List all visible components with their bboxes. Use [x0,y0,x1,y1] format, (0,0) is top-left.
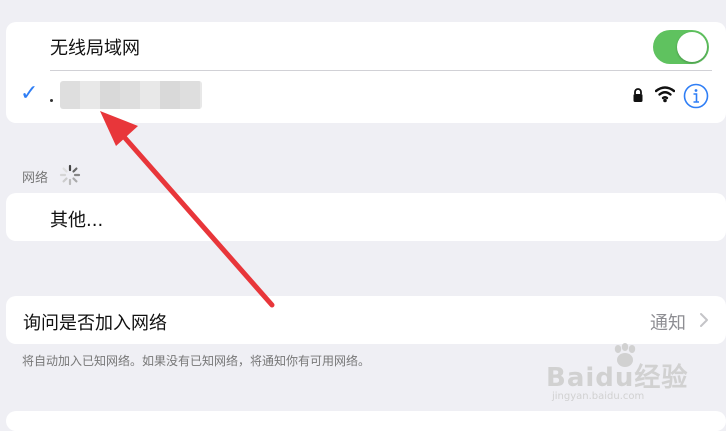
ask-to-join-row[interactable]: 询问是否加入网络 通知 [6,296,726,344]
network-name-redacted [60,81,202,109]
wlan-toggle[interactable] [653,30,709,64]
ask-to-join-label: 询问是否加入网络 [23,313,167,334]
connected-network-row[interactable]: ✓ [6,71,726,123]
wifi-icon [655,86,675,103]
network-name-prefix [50,99,53,102]
lock-icon [633,88,643,102]
other-network-row[interactable]: 其他... [6,193,726,241]
checkmark-icon: ✓ [20,81,39,106]
watermark: Baidu经验 jingyan.baidu.com [546,343,696,407]
info-icon[interactable] [683,83,709,109]
other-label: 其他... [50,210,104,231]
ask-to-join-value: 通知 [650,313,686,334]
networks-section-label: 网络 [22,171,49,186]
next-card [6,411,726,431]
wlan-card: 无线局域网 ✓ [6,22,726,123]
chevron-right-icon [700,313,708,327]
watermark-url: jingyan.baidu.com [552,391,645,402]
ask-to-join-footnote: 将自动加入已知网络。如果没有已知网络，将通知你有可用网络。 [22,354,371,368]
toggle-knob [677,32,707,62]
watermark-text: Baidu经验 [546,363,689,393]
wlan-label: 无线局域网 [50,38,140,59]
spinner-icon [59,164,81,186]
wlan-row: 无线局域网 [6,22,726,70]
